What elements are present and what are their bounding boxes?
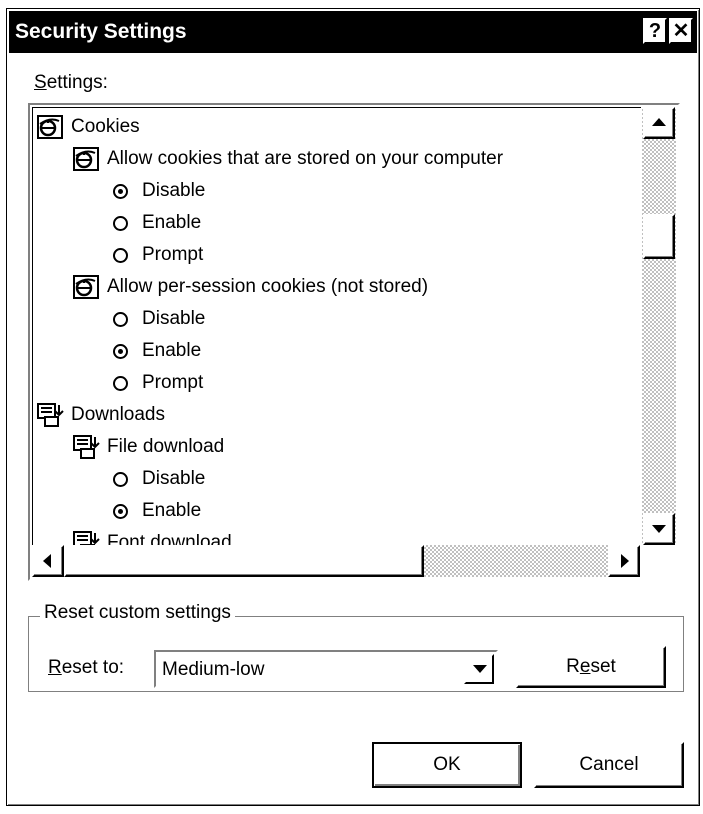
radio-unchecked-icon[interactable] (113, 215, 128, 231)
scroll-down-button[interactable] (643, 513, 675, 545)
radio-unchecked-icon[interactable] (113, 471, 128, 487)
scroll-right-button[interactable] (608, 545, 640, 577)
title-bar[interactable]: Security Settings ? ✕ (9, 11, 697, 53)
tree-item-label: Disable (142, 468, 206, 489)
horizontal-scrollbar[interactable] (32, 545, 640, 577)
tree-item-label: Allow cookies that are stored on your co… (107, 148, 504, 169)
chevron-down-icon (473, 665, 487, 673)
scrollbar-corner (642, 545, 676, 577)
reset-to-dropdown[interactable]: Medium-low (154, 650, 498, 688)
reset-to-label: Reset to: (48, 657, 124, 679)
settings-label-mnemonic: S (34, 72, 47, 93)
cancel-button[interactable]: Cancel (534, 742, 684, 788)
radio-option[interactable]: Enable (113, 336, 201, 366)
arrow-up-icon (652, 118, 666, 126)
close-button[interactable]: ✕ (669, 18, 693, 44)
tree-category[interactable]: Downloads (37, 400, 165, 430)
radio-option[interactable]: Disable (113, 304, 205, 334)
radio-unchecked-icon[interactable] (113, 375, 128, 391)
tree-category[interactable]: Cookies (37, 112, 140, 142)
arrow-down-icon (652, 525, 666, 533)
tree-item-label: Disable (142, 180, 206, 201)
dropdown-button[interactable] (464, 654, 494, 684)
dialog-title: Security Settings (15, 20, 187, 43)
settings-label-text: ettings: (46, 72, 108, 93)
ie-globe-icon (73, 275, 99, 299)
ie-globe-icon (37, 115, 63, 139)
radio-option[interactable]: Enable (113, 208, 201, 238)
radio-option[interactable]: Disable (113, 176, 205, 206)
reset-button[interactable]: Reset (516, 646, 666, 688)
vertical-scrollbar[interactable] (642, 107, 676, 545)
tree-setting[interactable]: Allow per-session cookies (not stored) (73, 272, 428, 302)
reset-to-text: eset to: (61, 657, 125, 678)
radio-option[interactable]: Enable (113, 496, 201, 526)
tree-item-label: Enable (142, 500, 202, 521)
download-icon (37, 403, 64, 427)
radio-checked-icon[interactable] (113, 343, 128, 359)
close-icon: ✕ (672, 20, 690, 42)
tree-setting[interactable]: File download (73, 432, 224, 462)
radio-unchecked-icon[interactable] (113, 247, 128, 263)
reset-button-text-post: set (590, 656, 616, 677)
download-icon (73, 435, 100, 459)
vertical-scroll-thumb[interactable] (643, 214, 675, 259)
tree-item-label: Prompt (142, 372, 204, 393)
tree-item-label: Downloads (71, 404, 165, 425)
scroll-up-button[interactable] (643, 107, 675, 139)
radio-checked-icon[interactable] (113, 183, 128, 199)
tree-item-label: Allow per-session cookies (not stored) (107, 276, 429, 297)
tree-item-label: Prompt (142, 244, 204, 265)
reset-button-text-pre: R (566, 656, 580, 677)
horizontal-scroll-thumb[interactable] (64, 545, 424, 577)
arrow-right-icon (621, 554, 629, 568)
reset-to-mnemonic: R (48, 657, 62, 678)
reset-button-mnemonic: e (579, 656, 591, 677)
radio-option[interactable]: Disable (113, 464, 205, 494)
tree-setting[interactable]: Font download (73, 528, 232, 546)
download-icon (73, 531, 100, 546)
tree-item-label: Enable (142, 340, 202, 361)
radio-unchecked-icon[interactable] (113, 311, 128, 327)
settings-label: Settings: (34, 72, 108, 94)
scroll-left-button[interactable] (32, 545, 64, 577)
tree-item-label: Cookies (71, 116, 140, 137)
tree-item-label: Enable (142, 212, 202, 233)
arrow-left-icon (43, 554, 51, 568)
radio-option[interactable]: Prompt (113, 368, 203, 398)
radio-checked-icon[interactable] (113, 503, 128, 519)
tree-item-label: Disable (142, 308, 206, 329)
ie-globe-icon (73, 147, 99, 171)
tree-item-label: Font download (107, 532, 232, 546)
tree-item-label: File download (107, 436, 225, 457)
help-button[interactable]: ? (643, 18, 667, 44)
settings-tree-list[interactable]: Cookies Allow cookies that are stored on … (32, 107, 641, 546)
radio-option[interactable]: Prompt (113, 240, 203, 270)
reset-group-legend: Reset custom settings (40, 602, 235, 624)
settings-tree[interactable]: Cookies Allow cookies that are stored on … (28, 103, 680, 581)
ok-button[interactable]: OK (372, 742, 522, 788)
tree-setting[interactable]: Allow cookies that are stored on your co… (73, 144, 503, 174)
reset-to-value: Medium-low (162, 659, 265, 680)
